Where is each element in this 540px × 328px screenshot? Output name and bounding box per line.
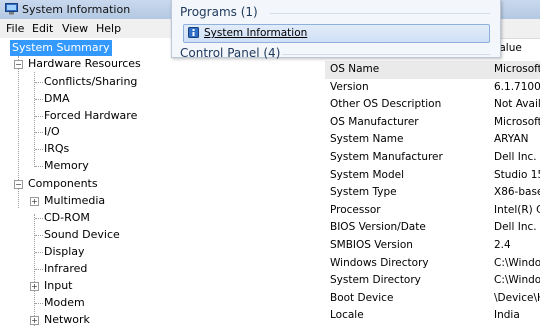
system-info-icon <box>188 27 199 38</box>
tree-item-infrared[interactable]: Infrared <box>44 261 87 277</box>
search-result-label: System Information <box>204 27 308 39</box>
tree-item-multimedia[interactable]: Multimedia <box>44 193 105 209</box>
table-row[interactable]: System Directory C:\Window <box>325 272 540 290</box>
item-cell: System Type <box>330 186 397 199</box>
item-cell: BIOS Version/Date <box>330 221 426 234</box>
search-result-system-information[interactable]: System Information <box>183 24 490 43</box>
table-row[interactable]: System Manufacturer Dell Inc. <box>325 149 540 167</box>
value-cell: \Device\H <box>494 291 540 304</box>
item-cell: Other OS Description <box>330 98 442 111</box>
tree-item-components[interactable]: Components <box>28 176 98 192</box>
expand-icon[interactable]: + <box>30 282 39 291</box>
tree-item-input[interactable]: Input <box>44 278 72 294</box>
item-cell: Boot Device <box>330 291 394 304</box>
value-cell: Intel(R) Co <box>494 203 540 216</box>
tree-item-display[interactable]: Display <box>44 244 85 260</box>
divider <box>270 13 490 14</box>
tree-item-modem[interactable]: Modem <box>44 295 85 311</box>
value-cell: Dell Inc. <box>494 151 537 163</box>
collapse-icon[interactable]: − <box>14 60 23 69</box>
table-row[interactable]: Windows Directory C:\Window <box>325 255 540 273</box>
tree-connector <box>35 82 43 83</box>
tree-connector <box>34 214 35 326</box>
tree-connector <box>34 72 35 167</box>
menu-help[interactable]: Help <box>96 22 121 35</box>
table-row[interactable]: System Model Studio 15 <box>325 167 540 185</box>
system-info-icon <box>5 3 18 15</box>
tree-connector <box>35 99 43 100</box>
value-cell: Dell Inc. A <box>494 221 540 234</box>
item-cell: System Name <box>330 133 404 146</box>
expand-icon[interactable]: + <box>30 197 39 206</box>
tree-item-network[interactable]: Network <box>44 312 90 328</box>
value-cell: C:\Window <box>494 256 540 269</box>
table-row[interactable]: Version 6.1.7100 E <box>325 79 540 97</box>
item-cell: System Model <box>330 168 405 181</box>
table-row[interactable]: Processor Intel(R) Co <box>325 202 540 220</box>
item-cell: OS Manufacturer <box>330 115 419 128</box>
value-cell: C:\Window <box>494 274 540 287</box>
item-cell: SMBIOS Version <box>330 239 413 251</box>
tree-item-dma[interactable]: DMA <box>44 91 70 107</box>
tree-connector <box>35 218 43 219</box>
value-cell: Microsoft <box>494 63 540 75</box>
menu-view[interactable]: View <box>62 22 88 35</box>
control-panel-heading[interactable]: Control Panel (4) <box>180 46 280 60</box>
tree-connector <box>35 235 43 236</box>
expand-icon[interactable]: + <box>30 316 39 325</box>
table-row[interactable]: BIOS Version/Date Dell Inc. A <box>325 219 540 237</box>
item-cell: System Manufacturer <box>330 151 443 163</box>
value-cell: Studio 15 <box>494 168 540 181</box>
window-title: System Information <box>22 3 131 16</box>
tree-item-system-summary[interactable]: System Summary <box>10 40 112 56</box>
menu-file[interactable]: File <box>6 22 24 35</box>
item-cell: OS Name <box>330 63 380 75</box>
value-cell: India <box>494 309 520 322</box>
tree-item-irqs[interactable]: IRQs <box>44 141 69 157</box>
tree-connector <box>35 252 43 253</box>
table-row[interactable]: Other OS Description Not Availa <box>325 96 540 114</box>
item-cell: System Directory <box>330 274 421 287</box>
tree-item-forced-hardware[interactable]: Forced Hardware <box>44 108 137 124</box>
table-row[interactable]: Boot Device \Device\H <box>325 290 540 308</box>
divider <box>282 54 490 55</box>
collapse-icon[interactable]: − <box>14 180 23 189</box>
category-tree[interactable]: System Summary − Hardware Resources Conf… <box>0 38 325 328</box>
item-cell: Locale <box>330 309 364 322</box>
search-results-popup: Programs (1) System Information Control … <box>171 0 501 60</box>
value-cell: Not Availa <box>494 98 540 111</box>
table-row[interactable]: Locale India <box>325 307 540 325</box>
tree-item-io[interactable]: I/O <box>44 124 60 140</box>
table-row[interactable]: SMBIOS Version 2.4 <box>325 237 540 255</box>
table-row[interactable]: System Type X86-base <box>325 184 540 202</box>
tree-item-conflicts-sharing[interactable]: Conflicts/Sharing <box>44 74 137 90</box>
tree-item-memory[interactable]: Memory <box>44 158 89 174</box>
item-cell: Windows Directory <box>330 256 429 269</box>
value-cell: X86-base <box>494 186 540 199</box>
value-cell: ARYAN <box>494 133 529 146</box>
item-cell: Version <box>330 80 369 93</box>
table-row[interactable]: System Name ARYAN <box>325 131 540 149</box>
details-grid: OS Name Microsoft Version 6.1.7100 E Other… <box>325 57 540 325</box>
table-row[interactable]: OS Name Microsoft <box>325 61 540 79</box>
tree-connector <box>35 132 43 133</box>
menu-edit[interactable]: Edit <box>32 22 53 35</box>
tree-connector <box>35 149 43 150</box>
value-cell: 2.4 <box>494 239 511 251</box>
item-cell: Processor <box>330 203 381 216</box>
programs-heading: Programs (1) <box>180 5 258 19</box>
table-row[interactable]: OS Manufacturer Microsoft <box>325 114 540 132</box>
value-cell: Microsoft <box>494 115 540 128</box>
tree-connector <box>35 166 43 167</box>
value-cell: 6.1.7100 E <box>494 80 540 93</box>
tree-connector <box>35 116 43 117</box>
tree-item-hardware-resources[interactable]: Hardware Resources <box>28 56 141 72</box>
tree-connector <box>35 269 43 270</box>
tree-connector <box>35 303 43 304</box>
tree-item-cd-rom[interactable]: CD-ROM <box>44 210 90 226</box>
tree-item-sound-device[interactable]: Sound Device <box>44 227 120 243</box>
